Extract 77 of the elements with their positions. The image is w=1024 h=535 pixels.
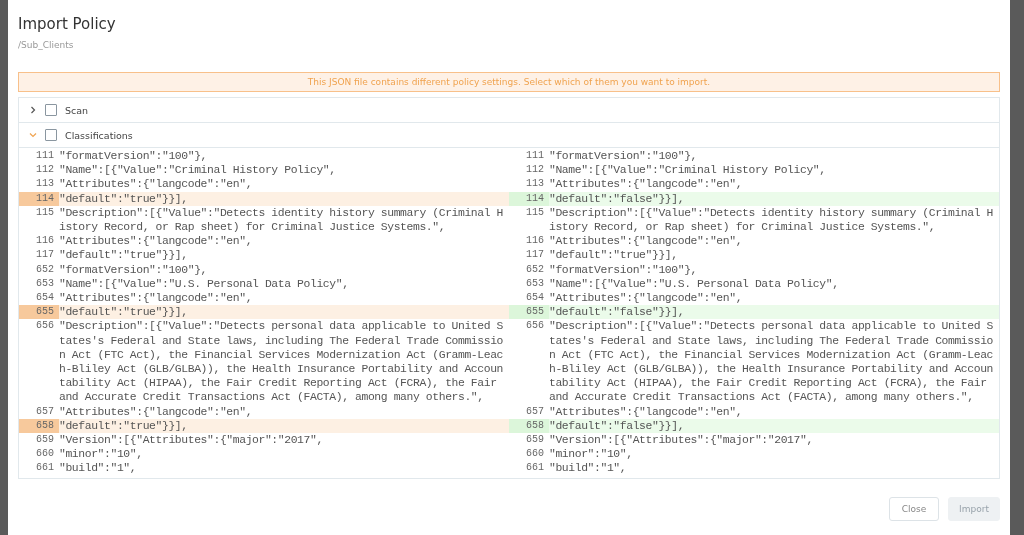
line-number: 652 [525, 262, 545, 277]
line-number: 657 [35, 404, 55, 419]
line-number: 117 [525, 248, 545, 263]
line-number: 112 [35, 163, 55, 178]
code-line: "Name":[{"Value":"Criminal History Policy", [59, 163, 337, 178]
code-line: "minor":"10", [59, 447, 144, 462]
code-line: "default":"true"}}], [59, 418, 189, 434]
line-number: 660 [35, 447, 55, 462]
code-line: "default":"true"}}], [59, 191, 189, 206]
section-label: Classifications [65, 129, 133, 141]
line-number: 658 [19, 418, 59, 434]
code-line: "default":"true"}}], [59, 248, 189, 263]
code-line: "Attributes":{"langcode":"en", [59, 234, 254, 249]
line-number: 116 [35, 234, 55, 249]
info-banner: This JSON file contains different policy settings. Select which of them you want to import. [18, 72, 1000, 92]
line-number: 111 [35, 149, 55, 163]
line-number: 112 [525, 163, 545, 178]
code-line: "formatVersion":"100"}, [549, 149, 699, 164]
line-number: 117 [35, 248, 55, 263]
line-number: 661 [525, 461, 545, 476]
close-button[interactable]: Close [889, 497, 939, 521]
code-line: "default":"true"}}], [59, 305, 189, 320]
code-line: "default":"false"}}], [549, 191, 686, 206]
line-number: 116 [525, 234, 545, 249]
line-number: 114 [509, 191, 549, 206]
line-number: 655 [19, 305, 59, 320]
line-number: 656 [525, 319, 545, 334]
checkbox[interactable] [45, 104, 57, 116]
section-label: Scan [65, 104, 89, 116]
line-number: 114 [19, 191, 59, 206]
code-line: "Description":[{"Value":"Detects personal data applicable to United States's Federal and State laws, including The Federal Trade Commission Act (FTC Act), the Financial Services Modernization Act (Gramm-Leach-Bliley Act (GLB/GLBA)), the Health Insurance Portability and Accountability Act (HIPAA), the Fair Credit Reporting Act (FCRA), the Fair and Accurate Credit Transactions Act (FACTA), among many others.", [549, 319, 994, 405]
code-line: "Description":[{"Value":"Detects personal data applicable to United States's Federal and State laws, including The Federal Trade Commission Act (FTC Act), the Financial Services Modernization Act (Gramm-Leach-Bliley Act (GLB/GLBA)), the Health Insurance Portability and Accountability Act (HIPAA), the Fair Credit Reporting Act (FCRA), the Fair and Accurate Credit Transactions Act (FACTA), among many others.", [59, 319, 504, 405]
dialog-subtitle: /Sub_Clients [18, 40, 75, 50]
line-number: 661 [35, 461, 55, 476]
line-number: 656 [35, 319, 55, 334]
code-line: "default":"true"}}], [549, 248, 679, 263]
code-line: "formatVersion":"100"}, [549, 262, 699, 277]
code-line: "build":"1", [549, 461, 628, 476]
code-line: "formatVersion":"100"}, [59, 262, 209, 277]
line-number: 653 [525, 276, 545, 291]
code-line: "build":"1", [59, 461, 138, 476]
code-line: "Version":[{"Attributes":{"major":"2017", [59, 433, 324, 448]
code-line: "Attributes":{"langcode":"en", [549, 234, 744, 249]
line-number: 654 [35, 291, 55, 306]
line-number: 658 [509, 418, 549, 434]
code-line: "Name":[{"Value":"Criminal History Policy", [549, 163, 827, 178]
dialog-title: Import Policy [18, 15, 117, 35]
code-line: "Attributes":{"langcode":"en", [59, 291, 254, 306]
line-number: 652 [35, 262, 55, 277]
chevron-icon[interactable] [29, 106, 37, 114]
code-line: "minor":"10", [549, 447, 634, 462]
line-number: 111 [525, 149, 545, 163]
line-number: 655 [509, 305, 549, 320]
line-number: 113 [35, 177, 55, 192]
code-line: "Attributes":{"langcode":"en", [549, 177, 744, 192]
code-line: "default":"false"}}], [549, 418, 686, 434]
line-number: 657 [525, 404, 545, 419]
line-number: 660 [525, 447, 545, 462]
code-line: "default":"false"}}], [549, 305, 686, 320]
line-number: 115 [525, 205, 545, 220]
code-line: "Description":[{"Value":"Detects identity history summary (Criminal History Record, or Rap sheet) for Criminal Justice Systems.", [549, 205, 994, 235]
line-number: 653 [35, 276, 55, 291]
code-line: "Name":[{"Value":"U.S. Personal Data Policy", [549, 276, 840, 292]
checkbox[interactable] [45, 129, 57, 141]
line-number: 115 [35, 205, 55, 220]
code-line: "Version":[{"Attributes":{"major":"2017", [549, 433, 814, 448]
line-number: 654 [525, 291, 545, 306]
code-line: "Attributes":{"langcode":"en", [59, 177, 254, 192]
code-line: "Description":[{"Value":"Detects identity history summary (Criminal History Record, or Rap sheet) for Criminal Justice Systems.", [59, 205, 504, 235]
code-line: "Name":[{"Value":"U.S. Personal Data Policy", [59, 276, 350, 292]
line-number: 659 [35, 433, 55, 448]
code-line: "Attributes":{"langcode":"en", [549, 291, 744, 306]
line-number: 113 [525, 177, 545, 192]
line-number: 659 [525, 433, 545, 448]
code-line: "formatVersion":"100"}, [59, 149, 209, 164]
code-line: "Attributes":{"langcode":"en", [549, 404, 744, 419]
code-line: "Attributes":{"langcode":"en", [59, 404, 254, 419]
